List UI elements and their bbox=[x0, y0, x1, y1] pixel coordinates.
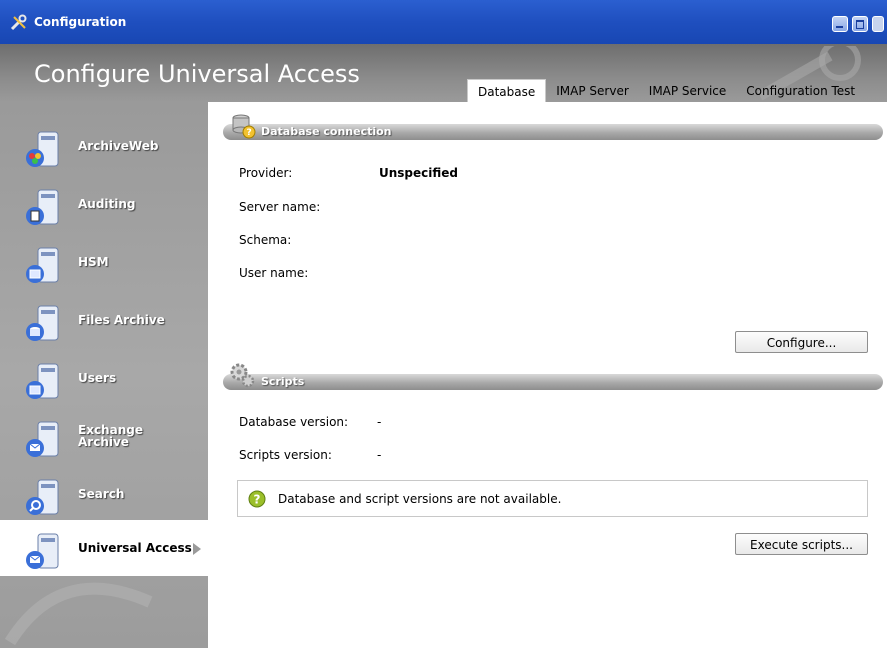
scripts-version-label: Scripts version: bbox=[239, 448, 332, 462]
minimize-button[interactable] bbox=[832, 16, 848, 32]
sidebar-item-search[interactable]: Search bbox=[0, 466, 208, 522]
files-archive-icon bbox=[26, 305, 59, 341]
sidebar-item-label: Auditing bbox=[78, 197, 136, 211]
sidebar-item-exchange-archive[interactable]: Exchange Archive bbox=[0, 408, 208, 464]
tab-imap-service[interactable]: IMAP Service bbox=[639, 79, 737, 102]
search-icon bbox=[26, 479, 59, 515]
svg-text:?: ? bbox=[247, 128, 252, 138]
sidebar-item-archiveweb[interactable]: ArchiveWeb bbox=[0, 118, 208, 174]
sidebar-item-auditing[interactable]: Auditing bbox=[0, 176, 208, 232]
database-version-value: - bbox=[377, 415, 382, 429]
tab-bar: Database IMAP Server IMAP Service Config… bbox=[467, 79, 865, 103]
gears-icon bbox=[230, 363, 255, 388]
sidebar-item-hsm[interactable]: HSM bbox=[0, 234, 208, 290]
tab-database[interactable]: Database bbox=[467, 79, 547, 103]
universal-access-icon bbox=[26, 533, 59, 569]
server-name-label: Server name: bbox=[239, 200, 321, 214]
section-title: Database connection bbox=[261, 125, 392, 138]
window-titlebar: Configuration bbox=[0, 0, 887, 44]
window-title: Configuration bbox=[34, 15, 127, 29]
sidebar-item-label: Files Archive bbox=[78, 313, 165, 327]
schema-label: Schema: bbox=[239, 233, 292, 247]
content-panel: ? Database connection Provider: Unspecif… bbox=[208, 102, 887, 648]
help-icon: ? bbox=[248, 490, 266, 508]
svg-text:?: ? bbox=[254, 493, 261, 507]
sidebar-item-label: Search bbox=[78, 487, 125, 501]
sidebar-item-label: HSM bbox=[78, 255, 109, 269]
close-button[interactable] bbox=[872, 16, 884, 32]
database-version-label: Database version: bbox=[239, 415, 349, 429]
page-title: Configure Universal Access bbox=[34, 60, 360, 88]
sidebar-item-files-archive[interactable]: Files Archive bbox=[0, 292, 208, 348]
tab-imap-server[interactable]: IMAP Server bbox=[546, 79, 639, 102]
sidebar: ArchiveWeb Auditing HSM Files Archive Us… bbox=[0, 102, 208, 648]
archiveweb-icon bbox=[26, 131, 59, 167]
database-help-icon: ? bbox=[232, 114, 256, 139]
scripts-header: Scripts bbox=[223, 363, 883, 390]
sidebar-item-label: Universal Access bbox=[78, 541, 192, 555]
configuration-tools-icon bbox=[10, 14, 27, 31]
execute-scripts-button[interactable]: Execute scripts... bbox=[735, 533, 868, 555]
tab-configuration-test[interactable]: Configuration Test bbox=[736, 79, 865, 102]
sidebar-item-label: ArchiveWeb bbox=[78, 139, 159, 153]
sidebar-item-label: Users bbox=[78, 371, 117, 385]
database-connection-header: ? Database connection bbox=[223, 114, 883, 140]
hsm-icon bbox=[26, 247, 59, 283]
provider-label: Provider: bbox=[239, 166, 293, 180]
auditing-icon bbox=[26, 189, 59, 225]
sidebar-item-universal-access[interactable]: Universal Access bbox=[0, 520, 208, 576]
exchange-archive-icon bbox=[26, 421, 59, 457]
scripts-version-value: - bbox=[377, 448, 382, 462]
sidebar-item-label: Exchange Archive bbox=[78, 423, 143, 449]
users-icon bbox=[26, 363, 59, 399]
maximize-button[interactable] bbox=[852, 16, 868, 32]
sidebar-item-users[interactable]: Users bbox=[0, 350, 208, 406]
section-title: Scripts bbox=[261, 375, 305, 388]
provider-value: Unspecified bbox=[379, 166, 459, 180]
info-message: Database and script versions are not ava… bbox=[278, 492, 562, 506]
chevron-right-icon bbox=[193, 543, 201, 555]
info-message-box: ? Database and script versions are not a… bbox=[237, 480, 868, 517]
user-name-label: User name: bbox=[239, 266, 309, 280]
configure-button[interactable]: Configure... bbox=[735, 331, 868, 353]
